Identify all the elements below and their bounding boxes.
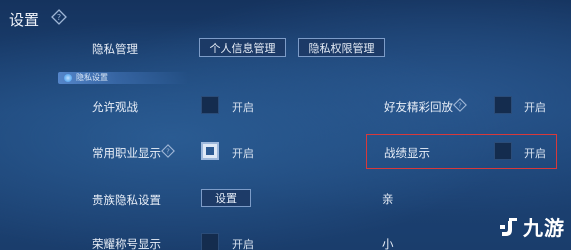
common-class-toggle-label: 开启 [232,147,254,160]
friend-replay-toggle-label: 开启 [524,101,546,114]
partial-setting-label: 小 [382,237,394,250]
noble-privacy-settings-button[interactable]: 设置 [201,189,251,207]
svg-text:?: ? [166,148,170,156]
help-icon[interactable]: ? [51,9,67,25]
noble-privacy-label: 贵族隐私设置 [92,193,161,207]
watermark-logo: 九游 [498,212,565,241]
section-title: 隐私设置 [76,73,108,82]
combat-record-checkbox[interactable] [494,142,512,160]
help-icon[interactable]: ? [161,144,175,158]
glory-title-checkbox[interactable] [201,233,219,250]
section-marker-icon [64,74,72,82]
page-title: 设置 [9,11,40,29]
privacy-management-label: 隐私管理 [92,42,138,56]
help-icon[interactable]: ? [453,98,467,112]
allow-spectate-label: 允许观战 [92,100,138,114]
svg-text:?: ? [458,102,462,110]
combat-record-label: 战绩显示 [384,146,430,160]
partial-setting-label: 亲 [382,192,394,206]
allow-spectate-toggle-label: 开启 [232,101,254,114]
glory-title-toggle-label: 开启 [232,238,254,250]
friend-replay-checkbox[interactable] [494,96,512,114]
friend-replay-label: 好友精彩回放 [384,100,453,114]
common-class-label: 常用职业显示 [92,146,161,160]
glory-title-label: 荣耀称号显示 [92,237,161,250]
watermark-text: 九游 [523,216,565,240]
svg-text:?: ? [57,13,61,22]
personal-info-management-button[interactable]: 个人信息管理 [199,38,286,57]
combat-record-toggle-label: 开启 [524,147,546,160]
watermark-j-icon [500,217,517,236]
privacy-permission-management-button[interactable]: 隐私权限管理 [298,38,385,57]
allow-spectate-checkbox[interactable] [201,96,219,114]
common-class-checkbox[interactable] [201,142,219,160]
